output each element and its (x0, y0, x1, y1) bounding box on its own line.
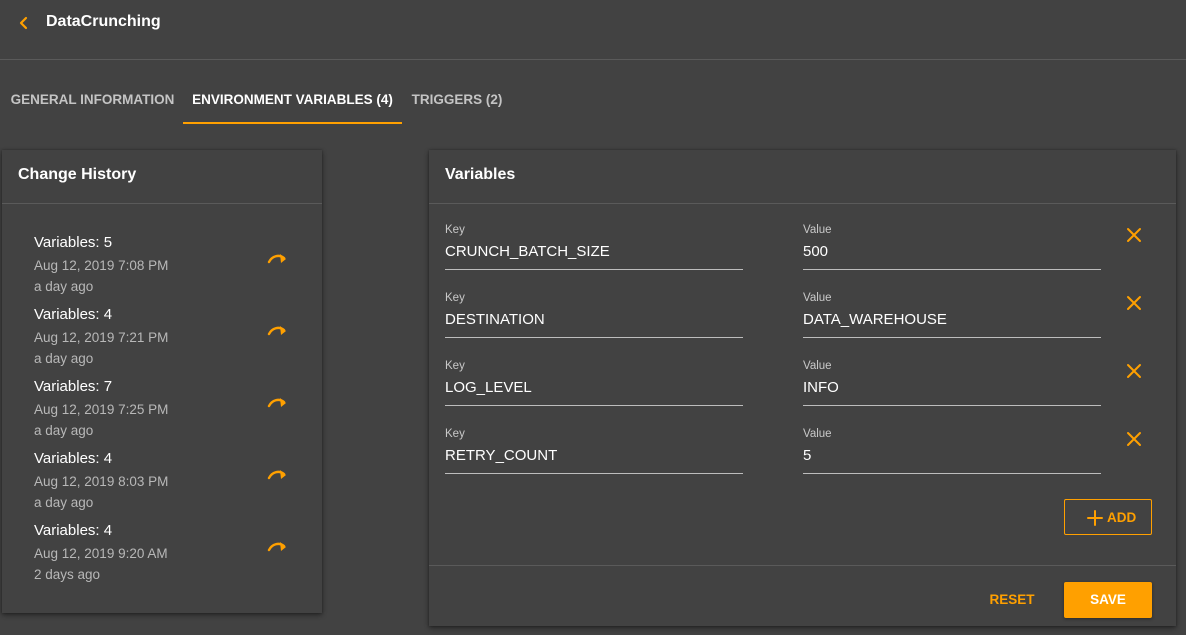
history-item-ago: a day ago (34, 351, 94, 366)
save-button[interactable]: SAVE (1064, 582, 1152, 618)
reset-button[interactable]: RESET (982, 582, 1042, 618)
value-label: Value (803, 360, 832, 372)
value-input[interactable] (803, 238, 1101, 264)
actions-divider (429, 565, 1176, 566)
key-field: Key (445, 424, 743, 474)
close-icon (1127, 364, 1141, 378)
history-item-ago: 2 days ago (34, 567, 101, 582)
variable-row: Key Value (445, 220, 1160, 276)
key-input[interactable] (445, 442, 743, 468)
variables-card: Variables Key Value Key Value (429, 150, 1176, 626)
key-label: Key (445, 360, 465, 372)
tab-triggers[interactable]: TRIGGERS (2) (402, 78, 512, 124)
key-input[interactable] (445, 238, 743, 264)
delete-variable-button[interactable] (1125, 294, 1143, 312)
history-item: Variables: 4 Aug 12, 2019 9:20 AM 2 days… (34, 522, 304, 594)
back-button[interactable] (14, 12, 34, 34)
value-label: Value (803, 292, 832, 304)
value-input[interactable] (803, 442, 1101, 468)
value-input[interactable] (803, 374, 1101, 400)
app-bar: DataCrunching (0, 0, 1186, 60)
value-field: Value (803, 424, 1101, 474)
close-icon (1127, 432, 1141, 446)
page-title: DataCrunching (46, 13, 161, 30)
history-item-title: Variables: 4 (34, 306, 113, 323)
tab-general-information[interactable]: GENERAL INFORMATION (0, 78, 185, 124)
key-field: Key (445, 356, 743, 406)
value-label: Value (803, 224, 832, 236)
redo-arrow-icon (267, 542, 286, 552)
history-item: Variables: 4 Aug 12, 2019 7:21 PM a day … (34, 306, 304, 378)
variable-row: Key Value (445, 356, 1160, 412)
delete-variable-button[interactable] (1125, 362, 1143, 380)
restore-button[interactable] (266, 322, 290, 338)
variables-title: Variables (429, 150, 1176, 204)
tab-bar: GENERAL INFORMATION ENVIRONMENT VARIABLE… (0, 78, 1186, 124)
key-label: Key (445, 292, 465, 304)
redo-arrow-icon (267, 254, 286, 264)
restore-button[interactable] (266, 250, 290, 266)
close-icon (1127, 228, 1141, 242)
change-history-card: Change History Variables: 5 Aug 12, 2019… (2, 150, 322, 613)
change-history-title: Change History (2, 150, 322, 204)
restore-button[interactable] (266, 466, 290, 482)
restore-button[interactable] (266, 538, 290, 554)
redo-arrow-icon (267, 326, 286, 336)
value-label: Value (803, 428, 832, 440)
history-item-date: Aug 12, 2019 7:25 PM (34, 402, 169, 417)
key-field: Key (445, 288, 743, 338)
chevron-left-icon (19, 16, 28, 30)
delete-variable-button[interactable] (1125, 226, 1143, 244)
history-item: Variables: 4 Aug 12, 2019 8:03 PM a day … (34, 450, 304, 522)
add-variable-button[interactable]: ADD (1064, 499, 1152, 535)
redo-arrow-icon (267, 470, 286, 480)
close-icon (1127, 296, 1141, 310)
plus-icon (1087, 510, 1103, 529)
key-field: Key (445, 220, 743, 270)
history-item: Variables: 7 Aug 12, 2019 7:25 PM a day … (34, 378, 304, 450)
redo-arrow-icon (267, 398, 286, 408)
key-input[interactable] (445, 374, 743, 400)
value-field: Value (803, 288, 1101, 338)
delete-variable-button[interactable] (1125, 430, 1143, 448)
history-item-title: Variables: 4 (34, 522, 113, 539)
history-item-date: Aug 12, 2019 7:21 PM (34, 330, 169, 345)
value-field: Value (803, 220, 1101, 270)
restore-button[interactable] (266, 394, 290, 410)
tab-environment-variables[interactable]: ENVIRONMENT VARIABLES (4) (183, 78, 402, 124)
history-item-date: Aug 12, 2019 7:08 PM (34, 258, 169, 273)
history-item-ago: a day ago (34, 423, 94, 438)
history-item-title: Variables: 4 (34, 450, 113, 467)
key-input[interactable] (445, 306, 743, 332)
key-label: Key (445, 428, 465, 440)
add-button-label: ADD (1107, 510, 1137, 525)
value-input[interactable] (803, 306, 1101, 332)
key-label: Key (445, 224, 465, 236)
history-item-date: Aug 12, 2019 8:03 PM (34, 474, 169, 489)
history-item-date: Aug 12, 2019 9:20 AM (34, 546, 168, 561)
history-item-title: Variables: 7 (34, 378, 113, 395)
value-field: Value (803, 356, 1101, 406)
variable-row: Key Value (445, 424, 1160, 480)
history-item-ago: a day ago (34, 279, 94, 294)
history-item-ago: a day ago (34, 495, 94, 510)
variable-row: Key Value (445, 288, 1160, 344)
history-item-title: Variables: 5 (34, 234, 113, 251)
history-item: Variables: 5 Aug 12, 2019 7:08 PM a day … (34, 234, 304, 306)
